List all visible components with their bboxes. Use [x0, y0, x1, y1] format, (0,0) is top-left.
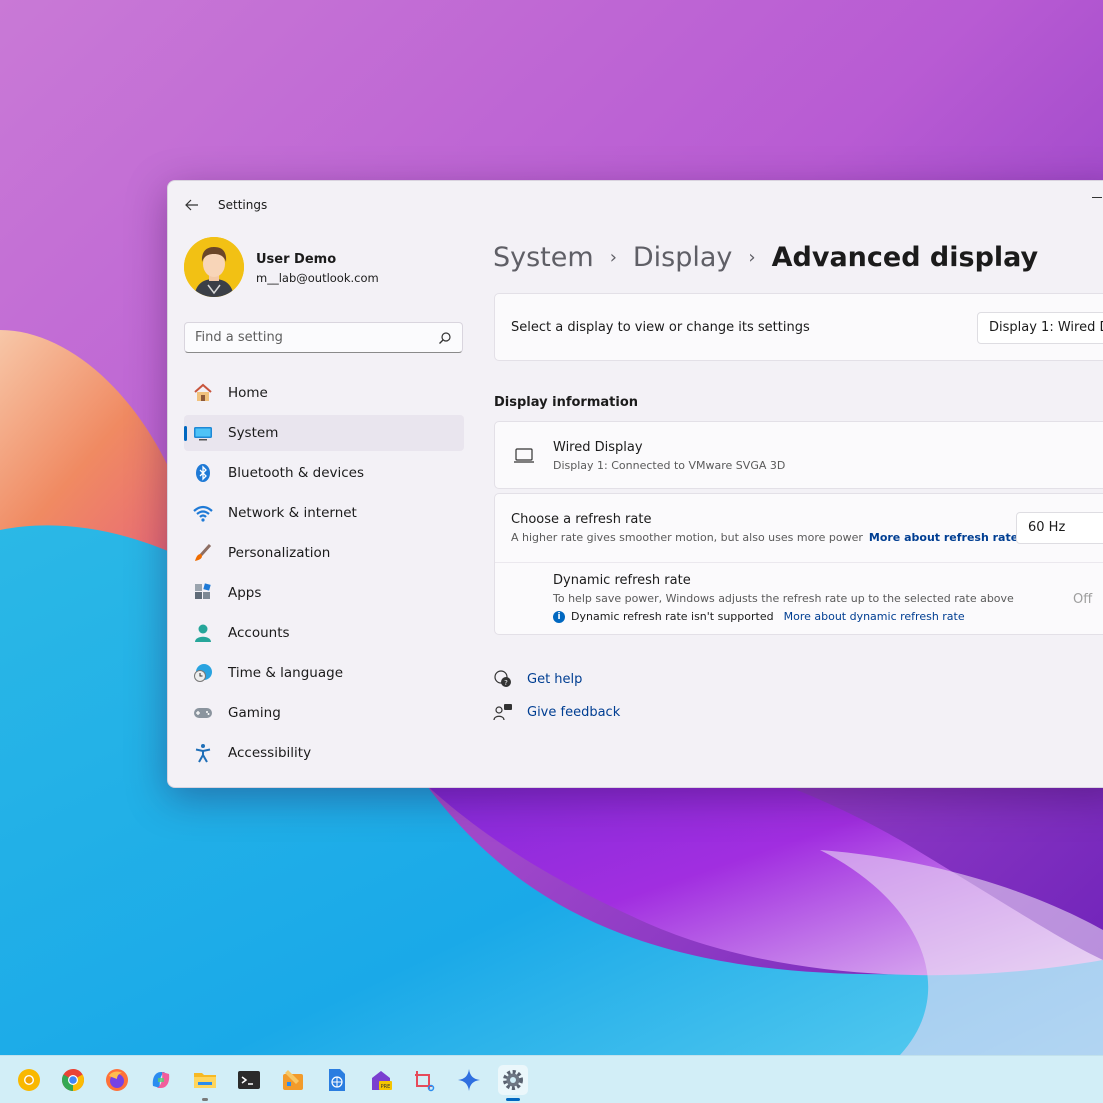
sidebar-item-gaming[interactable]: Gaming: [184, 695, 464, 731]
snipping-tool-icon[interactable]: [410, 1065, 440, 1095]
firefox-icon[interactable]: [102, 1065, 132, 1095]
app-installer-icon[interactable]: [278, 1065, 308, 1095]
notepad-icon[interactable]: [322, 1065, 352, 1095]
sidebar-item-network[interactable]: Network & internet: [184, 495, 464, 531]
sidebar-item-label: Accounts: [228, 625, 290, 641]
user-email: m__lab@outlook.com: [256, 271, 379, 285]
sidebar-item-label: Home: [228, 385, 268, 401]
copilot-icon[interactable]: [146, 1065, 176, 1095]
sidebar-item-accounts[interactable]: Accounts: [184, 615, 464, 651]
display-connection-info: Display 1: Connected to VMware SVGA 3D: [553, 459, 786, 472]
display-information-card[interactable]: Wired Display Display 1: Connected to VM…: [494, 421, 1103, 489]
breadcrumb-display[interactable]: Display: [633, 242, 733, 273]
app-title: Settings: [218, 198, 268, 212]
active-app-indicator: [506, 1098, 520, 1101]
clock-globe-icon: [193, 663, 213, 683]
settings-window: Settings User Demo m__lab@outlook.com Fi…: [167, 180, 1103, 788]
sidebar-item-label: Network & internet: [228, 505, 357, 521]
laptop-icon: [514, 448, 534, 463]
sidebar-item-apps[interactable]: Apps: [184, 575, 464, 611]
sidebar-item-label: Bluetooth & devices: [228, 465, 365, 481]
refresh-rate-dropdown[interactable]: 60 Hz: [1016, 512, 1103, 544]
select-display-card: Select a display to view or change its s…: [494, 293, 1103, 361]
get-help-icon: ?: [494, 670, 511, 687]
sidebar-item-label: Gaming: [228, 705, 281, 721]
chrome-icon[interactable]: [58, 1065, 88, 1095]
bluetooth-icon: [193, 463, 213, 483]
sidebar-nav: Home System Bluetooth & devices Network …: [184, 375, 464, 775]
running-indicator: [202, 1098, 208, 1101]
sidebar-item-time-language[interactable]: Time & language: [184, 655, 464, 691]
dynamic-refresh-title: Dynamic refresh rate: [553, 573, 691, 588]
refresh-rate-title: Choose a refresh rate: [511, 512, 652, 527]
avatar: [184, 237, 244, 297]
brush-icon: [193, 543, 213, 563]
accessibility-icon: [193, 743, 213, 763]
dynamic-refresh-description: To help save power, Windows adjusts the …: [553, 592, 1014, 605]
chrome-canary-icon[interactable]: [14, 1065, 44, 1095]
apps-icon: [193, 583, 213, 603]
get-help-link[interactable]: Get help: [527, 672, 582, 687]
refresh-rate-card: Choose a refresh rate A higher rate give…: [494, 493, 1103, 635]
give-feedback-row[interactable]: Give feedback: [493, 701, 620, 723]
more-about-refresh-rate-link[interactable]: More about refresh rate: [869, 531, 1018, 544]
back-arrow-icon: [185, 199, 198, 211]
sidebar-item-system[interactable]: System: [184, 415, 464, 451]
dynamic-refresh-note: i Dynamic refresh rate isn't supported M…: [553, 610, 965, 623]
search-box[interactable]: [184, 322, 463, 353]
search-input[interactable]: [185, 323, 435, 352]
give-feedback-icon: [493, 704, 512, 721]
svg-text:?: ?: [504, 679, 508, 687]
minimize-button[interactable]: [1092, 197, 1102, 198]
breadcrumb-separator: ›: [609, 246, 617, 268]
breadcrumb: System › Display › Advanced display: [493, 237, 1038, 277]
dynamic-refresh-state: Off: [1073, 592, 1093, 607]
get-help-row[interactable]: ? Get help: [493, 668, 582, 690]
sidebar-item-bluetooth[interactable]: Bluetooth & devices: [184, 455, 464, 491]
sidebar-item-label: Apps: [228, 585, 262, 601]
accounts-icon: [193, 623, 213, 643]
user-profile[interactable]: User Demo m__lab@outlook.com: [184, 237, 464, 299]
info-icon: i: [553, 610, 565, 623]
give-feedback-link[interactable]: Give feedback: [527, 705, 620, 720]
breadcrumb-separator: ›: [748, 246, 756, 268]
breadcrumb-system[interactable]: System: [493, 242, 594, 273]
user-name: User Demo: [256, 252, 337, 267]
wifi-icon: [193, 503, 213, 523]
dynamic-refresh-unsupported-text: Dynamic refresh rate isn't supported: [571, 610, 774, 623]
settings-icon[interactable]: [498, 1065, 528, 1095]
more-about-dynamic-refresh-link[interactable]: More about dynamic refresh rate: [784, 610, 965, 623]
sidebar-item-label: Personalization: [228, 545, 331, 561]
sidebar-item-label: Accessibility: [228, 745, 312, 761]
divider: [495, 562, 1103, 563]
search-icon[interactable]: [438, 331, 452, 345]
back-button[interactable]: [180, 193, 204, 217]
title-bar: Settings: [168, 181, 1103, 229]
sidebar-item-home[interactable]: Home: [184, 375, 464, 411]
gamepad-icon: [193, 703, 213, 723]
file-explorer-icon[interactable]: [190, 1065, 220, 1095]
svg-text:PRE: PRE: [381, 1084, 391, 1090]
user-avatar-icon: [184, 237, 244, 297]
taskbar: PRE: [0, 1055, 1103, 1103]
sidebar-item-label: System: [228, 425, 279, 441]
sidebar-item-label: Time & language: [228, 665, 344, 681]
sidebar-item-personalization[interactable]: Personalization: [184, 535, 464, 571]
system-icon: [193, 423, 213, 443]
terminal-icon[interactable]: [234, 1065, 264, 1095]
home-icon: [193, 383, 213, 403]
display-select-dropdown[interactable]: Display 1: Wired Display: [977, 312, 1103, 344]
section-title-display-information: Display information: [494, 395, 639, 410]
select-display-label: Select a display to view or change its s…: [511, 320, 810, 335]
store-preview-icon[interactable]: PRE: [366, 1065, 396, 1095]
sidebar-item-accessibility[interactable]: Accessibility: [184, 735, 464, 771]
display-name: Wired Display: [553, 440, 643, 455]
refresh-rate-description: A higher rate gives smoother motion, but…: [511, 531, 1018, 544]
page-title: Advanced display: [771, 241, 1039, 273]
sparkle-icon[interactable]: [454, 1065, 484, 1095]
refresh-rate-subtitle: A higher rate gives smoother motion, but…: [511, 531, 863, 544]
